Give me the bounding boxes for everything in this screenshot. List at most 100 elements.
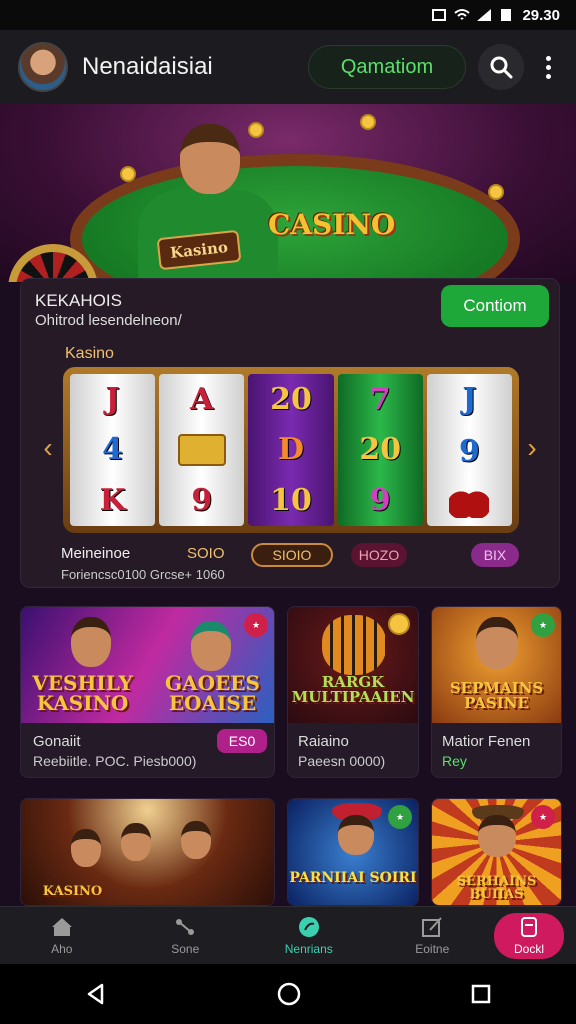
game-character-art	[121, 823, 151, 861]
share-icon	[176, 918, 195, 935]
slot-reel: 7 20 9	[337, 374, 423, 526]
game-thumbnail: SERHAINS BUIIAS ★	[432, 799, 561, 905]
wifi-icon	[454, 9, 471, 20]
game-character-art	[191, 621, 231, 671]
bet-chip[interactable]: SIOIO	[251, 543, 333, 567]
header-action-button[interactable]: Qamatiom	[308, 45, 466, 89]
game-art-title: KASINO	[42, 884, 103, 899]
casino-logo: CASINO	[268, 208, 396, 241]
gold-bars-icon	[177, 433, 226, 466]
reel-symbol: 9	[191, 482, 213, 518]
game-card[interactable]: RARGK MULTIPAAIEN Raiaino Paeesn 0000)	[287, 606, 419, 778]
nav-item-share[interactable]: Sone	[124, 907, 248, 964]
system-nav-bar	[0, 964, 576, 1024]
game-card[interactable]: KASINO	[20, 798, 275, 906]
battery-icon	[501, 9, 512, 21]
nav-label: Dockl	[513, 941, 544, 956]
game-character-art	[181, 821, 211, 859]
game-character-art	[71, 829, 101, 867]
reel-symbol: 9	[369, 483, 391, 519]
more-dot	[545, 55, 551, 61]
reel-symbol: 9	[458, 433, 480, 469]
featured-slot-card: KEKAHOIS Ohitrod lesendelneon/ Contiom K…	[20, 278, 560, 588]
reel-symbol: 10	[270, 483, 312, 519]
hero-banner[interactable]: Kasino CASINO	[0, 104, 576, 282]
game-thumbnail: KASINO	[21, 799, 274, 905]
nav-item-edit[interactable]: Eoitne	[371, 907, 495, 964]
hot-badge-icon: ★	[531, 805, 555, 829]
search-button[interactable]	[478, 44, 524, 90]
promo-action-button[interactable]: Contiom	[441, 285, 549, 327]
game-card[interactable]: SEPMAINS PASINE ★ Matior Fenen Rey	[431, 606, 562, 778]
game-name: Raiaino	[298, 733, 349, 750]
game-art-title: VESHILY KASINO	[32, 671, 133, 715]
game-card[interactable]: PARNIIAI SOIRI ★	[287, 798, 419, 906]
reel-symbol: D	[278, 432, 305, 468]
reel-symbol: K	[99, 483, 126, 519]
bet-chip[interactable]: HOZO	[351, 543, 407, 567]
search-icon	[490, 56, 513, 79]
slot-reel: J 9	[426, 374, 513, 526]
status-time: 29.30	[522, 6, 560, 24]
avatar[interactable]	[18, 42, 68, 92]
reel-symbol: 4	[102, 432, 124, 468]
reel-symbol: 7	[369, 381, 391, 417]
game-thumbnail: PARNIIAI SOIRI ★	[288, 799, 418, 905]
game-art-title: GAOEES EOAISE	[165, 671, 260, 715]
stat-value: SOIO	[187, 545, 225, 562]
wallet-icon	[521, 916, 537, 937]
more-dot	[545, 73, 551, 79]
promo-subtitle: Ohitrod lesendelneon/	[35, 312, 182, 329]
coin-icon	[120, 166, 136, 182]
nav-label: Eoitne	[415, 941, 450, 956]
app-bar: Nenaidaisiai Qamatiom	[0, 30, 576, 104]
game-art-title: RARGK MULTIPAAIEN	[291, 673, 415, 706]
stat-sub: Foriencsc0100 Grcse+ 1060	[61, 567, 225, 582]
coin-icon	[388, 613, 410, 635]
coin-icon	[360, 114, 376, 130]
app-title: Nenaidaisiai	[82, 53, 213, 80]
game-meta: Rey	[442, 753, 467, 769]
game-thumbnail: VESHILY KASINO GAOEES EOAISE ★	[21, 607, 274, 723]
game-character-art	[71, 617, 111, 667]
game-card[interactable]: SERHAINS BUIIAS ★	[431, 798, 562, 906]
back-icon[interactable]	[84, 982, 108, 1006]
game-name: Matior Fenen	[442, 733, 531, 750]
slot-reel: J 4 K	[70, 374, 156, 526]
compass-icon	[298, 916, 319, 937]
coin-icon	[488, 184, 504, 200]
chevron-left-icon[interactable]: ‹	[37, 423, 59, 473]
nav-item-wallet[interactable]: Dockl	[494, 912, 564, 959]
nav-item-home[interactable]: Aho	[0, 907, 124, 964]
nav-item-explore[interactable]: Nenrians	[247, 907, 371, 964]
signal-icon	[477, 9, 492, 21]
game-art-title: PARNIIAI SOIRI	[289, 870, 417, 886]
dealer-head-art	[180, 124, 240, 194]
game-character-art	[338, 815, 374, 855]
nav-label: Aho	[51, 941, 73, 956]
slot-machine[interactable]: J 4 K A 9 20 D 10 7 20 9 J 9	[63, 367, 519, 533]
game-card[interactable]: VESHILY KASINO GAOEES EOAISE ★ Gonaiit E…	[20, 606, 275, 778]
bet-chip[interactable]: BIX	[471, 543, 519, 567]
status-bar: 29.30	[0, 0, 576, 30]
recents-icon[interactable]	[470, 983, 492, 1005]
coin-icon	[248, 122, 264, 138]
more-dot	[545, 64, 551, 70]
reel-symbol: 20	[359, 432, 402, 468]
slot-reel: A 9	[159, 374, 245, 526]
promo-title: KEKAHOIS	[35, 291, 122, 310]
home-icon	[51, 917, 72, 936]
stat-label: Meineinoe	[61, 545, 131, 562]
more-menu-button[interactable]	[538, 55, 558, 79]
game-meta: Paeesn 0000)	[298, 753, 386, 769]
reel-symbol: 20	[270, 381, 312, 417]
chevron-right-icon[interactable]: ›	[521, 423, 543, 473]
hot-badge-icon: ★	[244, 613, 268, 637]
game-thumbnail: SEPMAINS PASINE ★	[432, 607, 561, 723]
tiger-art	[322, 615, 386, 675]
hot-badge-icon: ★	[388, 805, 412, 829]
hot-badge-icon: ★	[531, 613, 555, 637]
game-name: Gonaiit	[33, 733, 81, 750]
home-circle-icon[interactable]	[276, 981, 302, 1007]
reel-symbol: J	[462, 382, 477, 418]
